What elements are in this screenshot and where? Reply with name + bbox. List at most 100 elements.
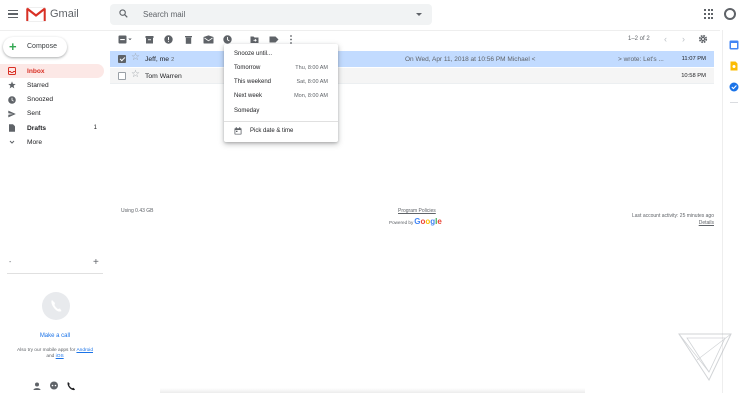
newer-button[interactable]: › (682, 34, 685, 44)
sidebar-item-label: Inbox (27, 67, 45, 75)
make-call-link[interactable]: Make a call (0, 333, 110, 339)
email-time: 11:07 PM (681, 55, 706, 62)
keep-app-icon[interactable] (729, 61, 739, 71)
clock-icon (8, 95, 16, 104)
side-panel-divider (730, 102, 738, 103)
hangouts-user[interactable]: - (9, 259, 11, 266)
snooze-option-label: Someday (234, 108, 260, 114)
sidebar-item-drafts[interactable]: Drafts 1 (0, 121, 104, 135)
row-checkbox[interactable] (118, 72, 126, 80)
sidebar-item-snoozed[interactable]: Snoozed (0, 93, 104, 107)
snooze-icon[interactable] (223, 35, 232, 44)
snooze-option-time: Sat, 8:00 AM (296, 79, 329, 85)
and-text: and (46, 354, 55, 359)
snooze-option-this-weekend[interactable]: This weekend Sat, 8:00 AM (224, 76, 338, 89)
email-row[interactable]: ☆ Tom Warren 10:58 PM (110, 68, 714, 84)
email-row[interactable]: ☆ Jeff, me 2 On Wed, Apr 11, 2018 at 10:5… (110, 51, 714, 67)
gmail-logo[interactable] (26, 7, 46, 22)
snooze-option-label: Tomorrow (234, 65, 261, 71)
email-sender: Jeff, me 2 (145, 56, 174, 63)
star-icon (8, 81, 16, 89)
sidebar-item-label: Starred (27, 81, 49, 89)
pick-date-time-option[interactable]: Pick date & time (250, 128, 293, 134)
contacts-icon[interactable] (32, 381, 42, 391)
snooze-menu: Snooze until... Tomorrow Thu, 8:00 AM Th… (224, 44, 338, 142)
move-to-icon[interactable] (250, 35, 259, 44)
settings-gear-icon[interactable] (698, 34, 708, 44)
snooze-option-tomorrow[interactable]: Tomorrow Thu, 8:00 AM (224, 62, 338, 75)
row-checkbox[interactable] (118, 55, 126, 63)
email-snippet: On Wed, Apr 11, 2018 at 10:56 PM Michael… (405, 55, 536, 63)
pagination-count: 1–2 of 2 (628, 36, 650, 42)
email-snippet-tail: > wrote: Let's ... (618, 55, 664, 63)
powered-by: Powered byGoogle (389, 217, 442, 226)
mark-as-read-icon[interactable] (203, 35, 214, 44)
google-logo: Google (414, 217, 442, 226)
snooze-option-next-week[interactable]: Next week Mon, 8:00 AM (224, 90, 338, 103)
plus-icon: + (9, 39, 17, 54)
sender-name: Jeff, me (145, 55, 170, 63)
watermark-logo (678, 333, 732, 382)
search-bar[interactable]: Search mail (110, 4, 432, 25)
snooze-option-label: Next week (234, 93, 263, 99)
search-options-icon[interactable] (416, 13, 422, 16)
phone-call-icon[interactable] (66, 381, 76, 391)
compose-label: Compose (27, 43, 57, 50)
snooze-option-label: This weekend (234, 79, 272, 85)
send-icon (8, 110, 16, 118)
report-spam-icon[interactable] (164, 35, 173, 44)
snooze-option-time: Mon, 8:00 AM (294, 93, 328, 99)
sidebar-item-sent[interactable]: Sent (0, 107, 104, 121)
calendar-app-icon[interactable] (729, 40, 739, 50)
also-try-text: Also try our mobile apps for (16, 348, 76, 353)
star-icon[interactable]: ☆ (131, 53, 140, 63)
details-link[interactable]: Details (699, 220, 714, 226)
add-contact-button[interactable]: + (93, 257, 99, 268)
snooze-option-someday[interactable]: Someday (224, 105, 338, 118)
drafts-count: 1 (93, 124, 97, 131)
star-icon[interactable]: ☆ (131, 70, 140, 80)
hangouts-divider (7, 273, 103, 274)
sidebar-item-more[interactable]: More (0, 135, 104, 149)
label-icon[interactable] (269, 35, 279, 44)
sidebar-item-label: Drafts (27, 124, 47, 132)
snooze-option-time: Thu, 8:00 AM (295, 65, 328, 71)
select-all-checkbox[interactable] (118, 35, 132, 44)
email-time: 10:58 PM (681, 72, 706, 79)
delete-icon[interactable] (184, 35, 193, 44)
sidebar-item-label: More (27, 138, 43, 146)
tasks-app-icon[interactable] (729, 82, 739, 92)
snooze-menu-divider (224, 121, 338, 122)
menu-icon[interactable] (8, 10, 18, 18)
apps-icon[interactable] (704, 9, 714, 19)
snooze-menu-title: Snooze until... (234, 51, 273, 57)
header-divider (0, 30, 720, 31)
ios-link[interactable]: iOS (56, 354, 64, 359)
draft-icon (9, 124, 15, 132)
sidebar-item-label: Snoozed (27, 96, 54, 104)
toolbar: 1–2 of 2 ‹ › (110, 32, 722, 48)
phone-illustration (42, 292, 70, 320)
last-account-activity: Last account activity: 25 minutes ago (632, 213, 714, 219)
older-button[interactable]: ‹ (664, 34, 667, 44)
program-policies-link[interactable]: Program Policies (398, 208, 436, 214)
hangouts-icon[interactable] (49, 381, 59, 391)
hangouts-header: - + (7, 257, 103, 268)
calendar-icon (234, 127, 242, 135)
sidebar-item-label: Sent (27, 110, 41, 118)
archive-icon[interactable] (145, 35, 154, 44)
top-bar: Gmail Search mail (0, 0, 744, 30)
account-icon[interactable] (724, 8, 736, 20)
thread-count: 2 (171, 56, 175, 63)
mobile-apps-note: Also try our mobile apps for Android and… (4, 348, 106, 360)
search-input[interactable]: Search mail (143, 10, 185, 19)
sidebar-nav: Inbox Starred Snoozed Sent Drafts 1 More (0, 64, 104, 150)
sidebar-item-starred[interactable]: Starred (0, 78, 104, 92)
compose-button[interactable]: + Compose (3, 37, 67, 57)
sidebar-item-inbox[interactable]: Inbox (0, 64, 104, 79)
more-options-icon[interactable] (289, 35, 293, 44)
storage-usage: Using 0.43 GB (121, 208, 154, 214)
android-link[interactable]: Android (76, 348, 93, 353)
inbox-icon (8, 67, 16, 75)
search-icon[interactable] (119, 9, 128, 18)
